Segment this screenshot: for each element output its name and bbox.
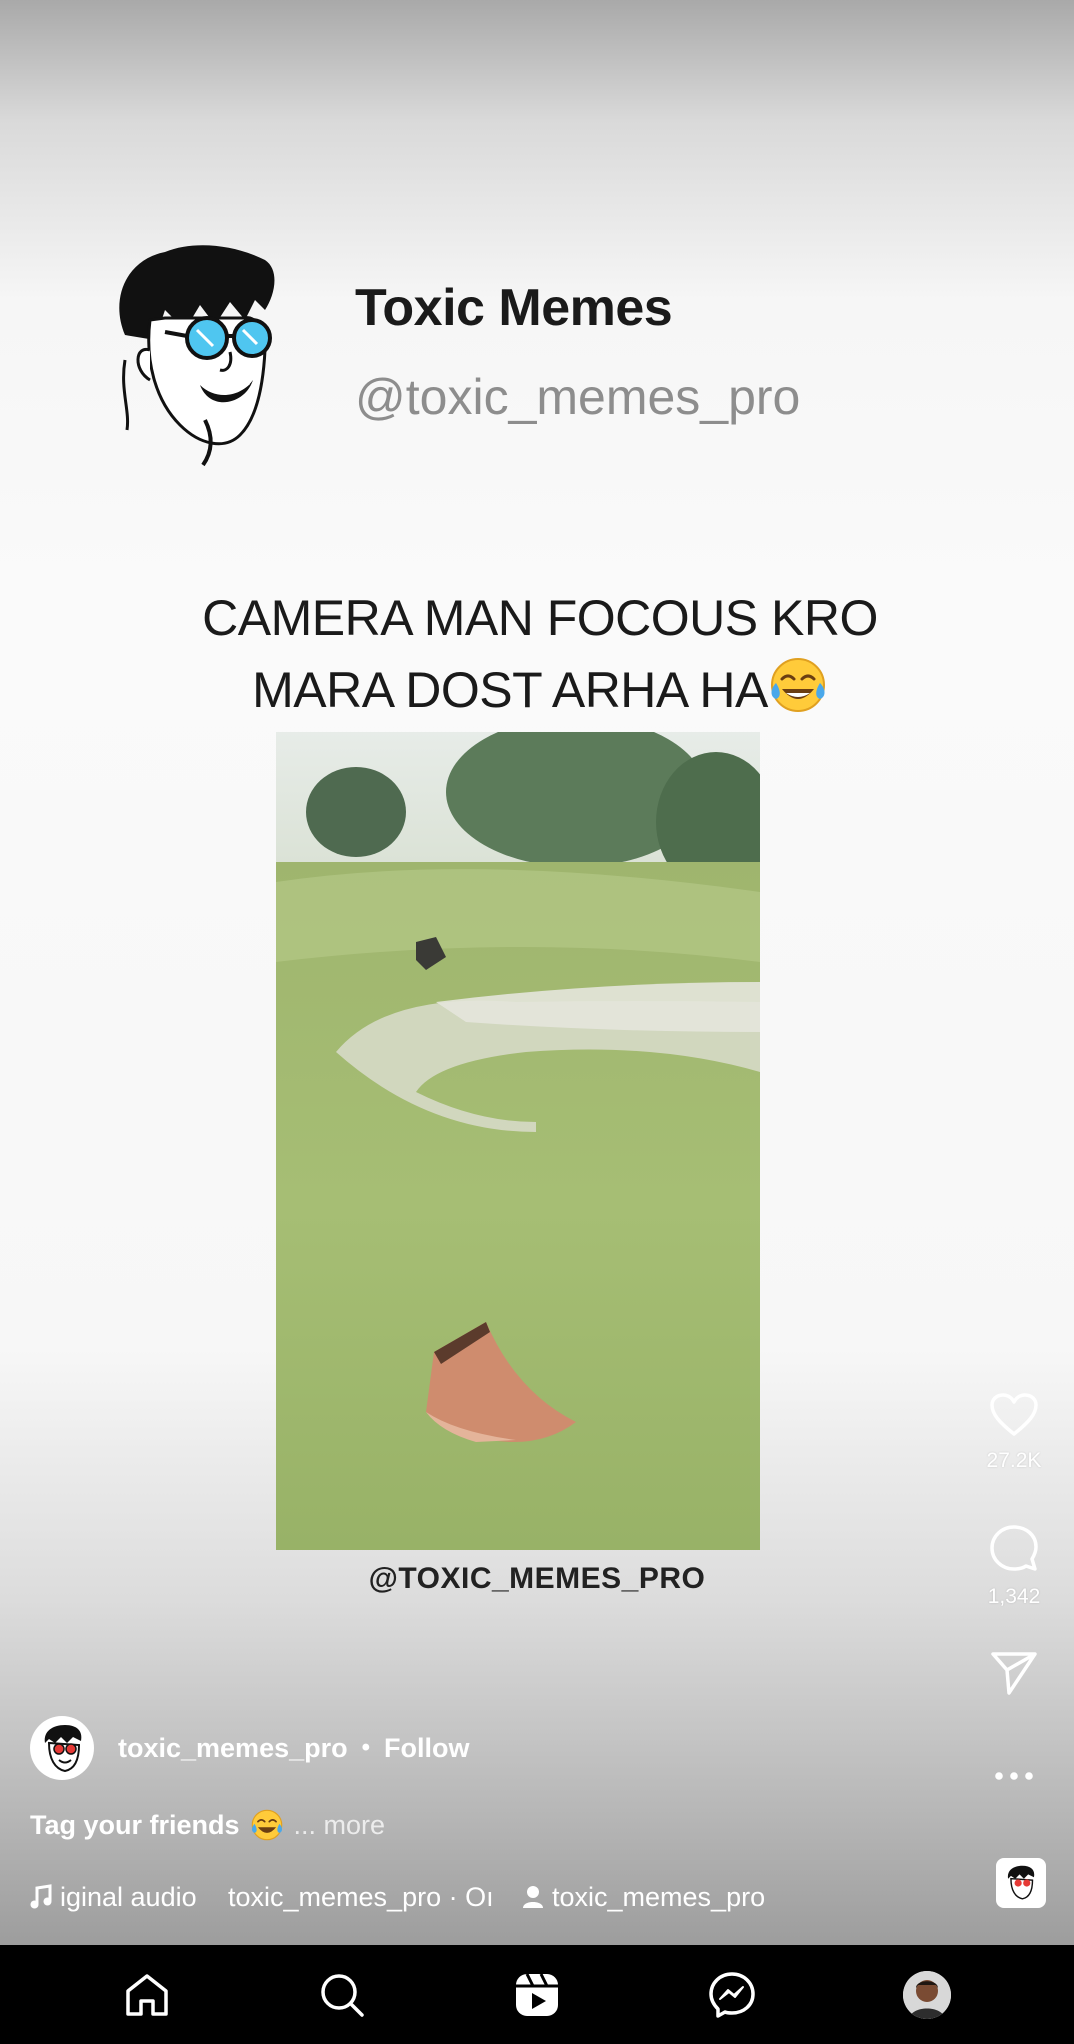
- separator-dot: •: [361, 1734, 371, 1761]
- caption-more-link[interactable]: ... more: [294, 1810, 386, 1841]
- tagged-username: toxic_memes_pro: [552, 1881, 766, 1912]
- like-count: 27.2K: [986, 1449, 1042, 1472]
- profile-avatar: [902, 1970, 951, 2019]
- messenger-icon: [709, 1971, 755, 2018]
- more-options-button[interactable]: [954, 1768, 1074, 1786]
- comment-count: 1,342: [987, 1585, 1041, 1608]
- caption-text: Tag your friends: [30, 1809, 240, 1840]
- audio-source: toxic_memes_pro · Oı: [228, 1881, 494, 1912]
- cartoon-face-logo: [119, 245, 275, 467]
- video-watermark: @TOXIC_MEMES_PRO: [368, 1562, 706, 1595]
- audio-title: iginal audio: [60, 1881, 197, 1912]
- video-frame[interactable]: [276, 732, 760, 1550]
- author-avatar[interactable]: [30, 1716, 94, 1780]
- audio-thumbnail[interactable]: [996, 1858, 1046, 1908]
- send-icon: [991, 1652, 1037, 1695]
- author-row: toxic_memes_pro • Follow: [30, 1716, 470, 1780]
- audio-cover-icon: [998, 1860, 1044, 1906]
- nav-messenger[interactable]: [702, 1965, 762, 2025]
- meme-account-name: Toxic Memes: [355, 279, 673, 337]
- heart-icon: [990, 1393, 1038, 1436]
- nav-profile[interactable]: [897, 1965, 957, 2025]
- reels-icon: [515, 1972, 558, 2016]
- tears-of-joy-emoji-icon: [251, 1809, 282, 1841]
- person-icon: [523, 1886, 543, 1908]
- comment-icon: [990, 1525, 1038, 1571]
- home-icon: [126, 1973, 169, 2016]
- meme-account-handle: @toxic_memes_pro: [355, 369, 801, 425]
- tears-of-joy-emoji-icon: [770, 658, 825, 712]
- nav-home[interactable]: [117, 1965, 177, 2025]
- author-username[interactable]: toxic_memes_pro: [118, 1733, 348, 1764]
- cartoon-face-avatar-icon: [31, 1717, 93, 1779]
- tagged-user[interactable]: toxic_memes_pro: [522, 1882, 765, 1913]
- like-button[interactable]: 27.2K: [954, 1392, 1074, 1473]
- meme-header: Toxic Memes @toxic_memes_pro: [105, 240, 965, 470]
- nav-reels[interactable]: [507, 1965, 567, 2025]
- share-button[interactable]: [954, 1650, 1074, 1701]
- post-caption[interactable]: Tag your friends ... more: [30, 1808, 385, 1842]
- more-dots-icon: [995, 1772, 1033, 1780]
- bottom-nav: [0, 1945, 1074, 2044]
- reels-screen: Toxic Memes @toxic_memes_pro CAMERA MAN …: [0, 0, 1074, 2044]
- meme-caption-line-2: MARA DOST ARHA HA: [252, 662, 768, 718]
- user-avatar-icon: [902, 1970, 951, 2019]
- meme-caption-line-2-wrap: MARA DOST ARHA HA: [140, 654, 940, 726]
- comment-button[interactable]: 1,342: [954, 1524, 1074, 1609]
- meme-caption-line-1: CAMERA MAN FOCOUS KRO: [202, 590, 878, 646]
- search-icon: [321, 1973, 364, 2017]
- audio-row[interactable]: iginal audio toxic_memes_pro · Oı toxic_…: [30, 1880, 765, 1914]
- nav-search[interactable]: [312, 1965, 372, 2025]
- follow-button[interactable]: Follow: [384, 1733, 469, 1764]
- music-note-icon: [30, 1884, 52, 1909]
- meme-caption: CAMERA MAN FOCOUS KRO MARA DOST ARHA HA: [140, 582, 940, 726]
- video-scene-image: [276, 732, 760, 1550]
